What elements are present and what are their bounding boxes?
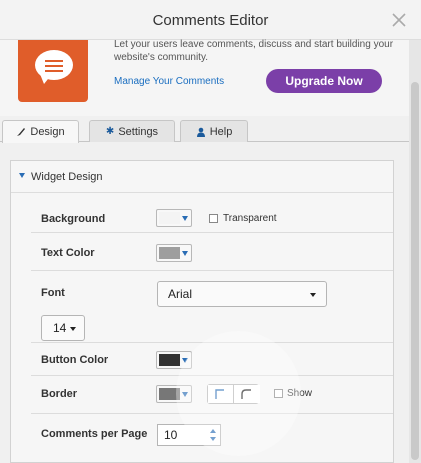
font-family-value: Arial [168, 287, 193, 301]
chevron-down-icon [182, 392, 188, 397]
widget-design-header[interactable]: Widget Design [11, 161, 393, 193]
tab-help[interactable]: Help [180, 120, 248, 142]
transparent-label: Transparent [223, 213, 277, 224]
background-row: Background Transparent [31, 193, 393, 233]
color-chip [159, 388, 180, 400]
button-color-row: Button Color [31, 343, 393, 376]
speech-bubble-icon [18, 40, 88, 102]
show-border-checkbox[interactable] [274, 389, 283, 398]
square-corner-icon [215, 389, 224, 399]
tab-settings-label: Settings [118, 125, 159, 138]
caret-down-icon [310, 293, 316, 297]
chevron-down-icon [182, 358, 188, 363]
chevron-down-icon [182, 251, 188, 256]
app-header: Let your users leave comments, discuss a… [0, 39, 409, 116]
vertical-scrollbar[interactable] [409, 40, 421, 463]
border-color-picker[interactable] [156, 385, 192, 403]
design-panel: Widget Design Background Transparent Tex… [10, 160, 394, 463]
background-color-picker[interactable] [156, 209, 192, 227]
app-description: Let your users leave comments, discuss a… [114, 39, 394, 63]
background-label: Background [41, 213, 106, 225]
font-label: Font [41, 287, 65, 299]
comments-per-page-row: Comments per Page 10 [31, 414, 393, 454]
tab-design[interactable]: Design [2, 120, 79, 143]
button-color-label: Button Color [41, 354, 109, 366]
user-icon [196, 127, 205, 137]
section-title: Widget Design [31, 171, 103, 183]
tab-bar: Design ✱ Settings Help [0, 116, 409, 143]
show-border-label: Show [287, 388, 313, 399]
manage-comments-link[interactable]: Manage Your Comments [114, 76, 224, 87]
border-label: Border [41, 388, 78, 400]
comments-per-page-stepper[interactable]: 10 [157, 424, 221, 446]
stepper-down-icon[interactable] [210, 437, 216, 441]
paintbrush-icon [17, 128, 26, 136]
caret-down-icon [70, 327, 76, 331]
comments-per-page-label: Comments per Page [41, 428, 148, 440]
rounded-corner-button[interactable] [234, 385, 260, 403]
text-color-label: Text Color [41, 247, 95, 259]
comments-per-page-value: 10 [164, 428, 178, 442]
gear-icon: ✱ [105, 126, 115, 137]
text-color-picker[interactable] [156, 244, 192, 262]
title-bar: Comments Editor [0, 0, 421, 40]
font-size-value: 14 [53, 321, 67, 335]
rounded-corner-icon [241, 389, 251, 399]
color-chip [159, 212, 180, 224]
font-row: Font Arial 14 [31, 271, 393, 343]
close-icon[interactable] [391, 12, 407, 28]
tab-help-label: Help [209, 125, 233, 138]
text-color-row: Text Color [31, 233, 393, 271]
stepper-up-icon[interactable] [210, 429, 216, 433]
tab-design-label: Design [30, 126, 65, 138]
scrollbar-thumb[interactable] [411, 82, 419, 460]
transparent-checkbox[interactable] [209, 214, 218, 223]
color-chip [159, 247, 180, 259]
corner-style-group [207, 384, 260, 404]
color-chip [159, 354, 180, 366]
button-color-picker[interactable] [156, 351, 192, 369]
expand-arrow-icon [19, 173, 25, 178]
font-family-select[interactable]: Arial [157, 281, 327, 307]
upgrade-button[interactable]: Upgrade Now [266, 69, 382, 93]
font-size-select[interactable]: 14 [41, 315, 85, 341]
chevron-down-icon [182, 216, 188, 221]
square-corner-button[interactable] [208, 385, 234, 403]
window-title: Comments Editor [152, 12, 269, 29]
tab-settings[interactable]: ✱ Settings [89, 120, 175, 142]
border-row: Border Show [31, 376, 393, 414]
